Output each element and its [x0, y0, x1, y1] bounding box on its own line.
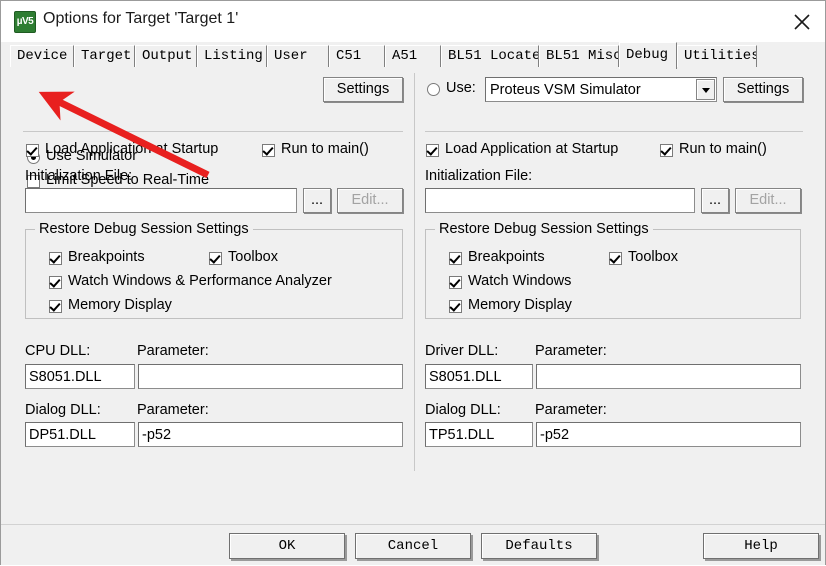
tab-a51[interactable]: A51 — [385, 45, 441, 67]
left-dialog-param-label: Parameter: — [137, 402, 209, 418]
right-load-app-checkbox[interactable] — [426, 144, 439, 157]
right-init-file-input[interactable] — [425, 188, 695, 213]
cancel-button[interactable]: Cancel — [355, 533, 471, 559]
right-restore-group-title: Restore Debug Session Settings — [435, 221, 653, 237]
driver-combobox[interactable]: Proteus VSM Simulator — [485, 77, 717, 102]
tab-output[interactable]: Output — [135, 45, 197, 67]
cpu-param-label: Parameter: — [137, 343, 209, 359]
right-breakpoints-label: Breakpoints — [468, 249, 545, 265]
tab-strip[interactable]: Device Target Output Listing User C51 A51 BL51 … — [1, 42, 825, 69]
left-dialog-dll-label: Dialog DLL: — [25, 402, 101, 418]
options-dialog: µV5 Options for Target 'Target 1' Device… — [0, 0, 826, 565]
right-init-file-label: Initialization File: — [425, 168, 533, 184]
left-watch-label: Watch Windows & Performance Analyzer — [68, 273, 332, 289]
tab-bl51-misc[interactable]: BL51 Misc — [539, 45, 619, 67]
left-browse-button[interactable]: ... — [303, 188, 331, 213]
tab-c51[interactable]: C51 — [329, 45, 385, 67]
defaults-button[interactable]: Defaults — [481, 533, 597, 559]
left-dialog-param-input[interactable]: -p52 — [138, 422, 403, 447]
left-load-app-label: Load Application at Startup — [45, 141, 219, 157]
right-toolbox-checkbox[interactable] — [609, 252, 622, 265]
right-settings-button[interactable]: Settings — [723, 77, 803, 102]
tab-user[interactable]: User — [267, 45, 329, 67]
left-run-to-main-checkbox[interactable] — [262, 144, 275, 157]
right-dialog-param-label: Parameter: — [535, 402, 607, 418]
tab-debug[interactable]: Debug — [619, 42, 677, 69]
title-bar: µV5 Options for Target 'Target 1' — [1, 1, 825, 42]
use-driver-label: Use: — [446, 80, 476, 96]
left-memory-label: Memory Display — [68, 297, 172, 313]
left-breakpoints-label: Breakpoints — [68, 249, 145, 265]
driver-param-input[interactable] — [536, 364, 801, 389]
left-load-app-checkbox[interactable] — [26, 144, 39, 157]
left-watch-checkbox[interactable] — [49, 276, 62, 289]
window-title: Options for Target 'Target 1' — [43, 10, 239, 27]
left-memory-checkbox[interactable] — [49, 300, 62, 313]
driver-dll-input[interactable]: S8051.DLL — [425, 364, 533, 389]
cpu-dll-label: CPU DLL: — [25, 343, 91, 359]
close-button[interactable] — [779, 1, 825, 41]
dialog-footer: OK Cancel Defaults Help — [1, 524, 825, 565]
driver-combobox-value: Proteus VSM Simulator — [490, 81, 641, 98]
tab-utilities[interactable]: Utilities — [677, 45, 757, 67]
right-toolbox-label: Toolbox — [628, 249, 678, 265]
tab-listing[interactable]: Listing — [197, 45, 267, 67]
right-memory-label: Memory Display — [468, 297, 572, 313]
right-watch-label: Watch Windows — [468, 273, 572, 289]
left-settings-button[interactable]: Settings — [323, 77, 403, 102]
left-init-file-input[interactable] — [25, 188, 297, 213]
driver-param-label: Parameter: — [535, 343, 607, 359]
app-icon: µV5 — [14, 11, 36, 33]
left-run-to-main-label: Run to main() — [281, 141, 369, 157]
tab-device[interactable]: Device — [10, 45, 74, 67]
right-breakpoints-checkbox[interactable] — [449, 252, 462, 265]
right-dialog-dll-input[interactable]: TP51.DLL — [425, 422, 533, 447]
cpu-dll-input[interactable]: S8051.DLL — [25, 364, 135, 389]
right-run-to-main-label: Run to main() — [679, 141, 767, 157]
left-init-file-label: Initialization File: — [25, 168, 133, 184]
right-section-divider — [425, 131, 803, 132]
right-watch-checkbox[interactable] — [449, 276, 462, 289]
pane-divider — [414, 73, 415, 471]
use-driver-radio[interactable] — [427, 83, 440, 96]
right-edit-button[interactable]: Edit... — [735, 188, 801, 213]
right-load-app-label: Load Application at Startup — [445, 141, 619, 157]
help-button[interactable]: Help — [703, 533, 819, 559]
driver-dll-label: Driver DLL: — [425, 343, 499, 359]
left-breakpoints-checkbox[interactable] — [49, 252, 62, 265]
left-dialog-dll-input[interactable]: DP51.DLL — [25, 422, 135, 447]
tab-target[interactable]: Target — [74, 45, 135, 67]
left-restore-group-title: Restore Debug Session Settings — [35, 221, 253, 237]
right-dialog-dll-label: Dialog DLL: — [425, 402, 501, 418]
left-section-divider — [23, 131, 403, 132]
tab-bl51-locate[interactable]: BL51 Locate — [441, 45, 539, 67]
right-memory-checkbox[interactable] — [449, 300, 462, 313]
left-toolbox-label: Toolbox — [228, 249, 278, 265]
right-browse-button[interactable]: ... — [701, 188, 729, 213]
dialog-body: Use Simulator Limit Speed to Real-Time S… — [1, 69, 825, 524]
ok-button[interactable]: OK — [229, 533, 345, 559]
chevron-down-icon[interactable] — [696, 79, 715, 100]
left-edit-button[interactable]: Edit... — [337, 188, 403, 213]
left-toolbox-checkbox[interactable] — [209, 252, 222, 265]
right-run-to-main-checkbox[interactable] — [660, 144, 673, 157]
cpu-param-input[interactable] — [138, 364, 403, 389]
right-dialog-param-input[interactable]: -p52 — [536, 422, 801, 447]
